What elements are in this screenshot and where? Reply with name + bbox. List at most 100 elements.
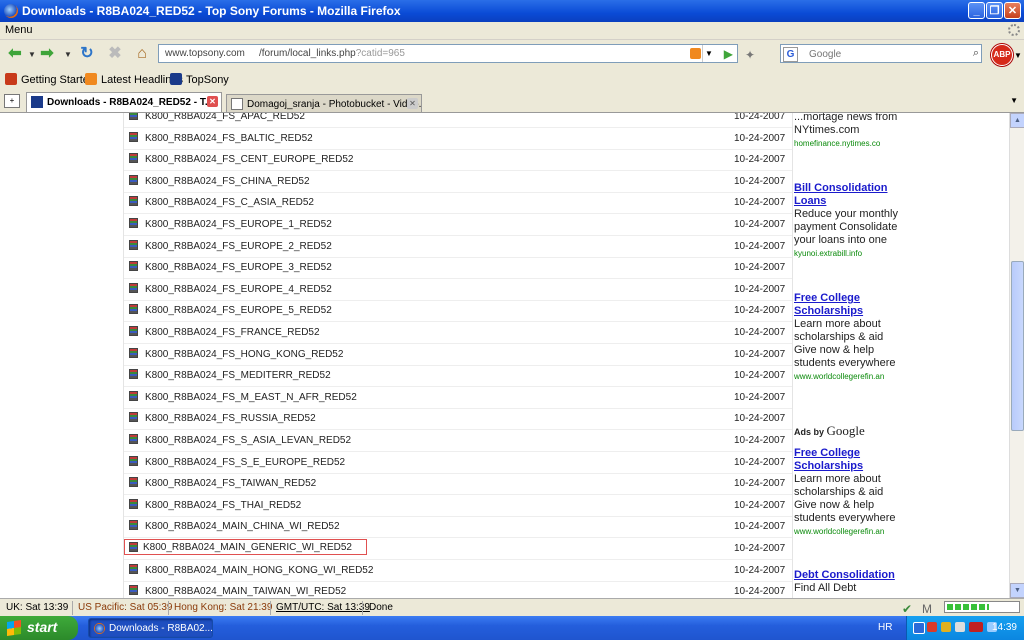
page-content: K800_R8BA024_FS_APAC_RED52 10-24-2007 K800…	[0, 113, 1009, 598]
scrollbar-thumb[interactable]	[1011, 261, 1024, 431]
file-row: K800_R8BA024_FS_EUROPE_4_RED52 10-24-2007	[124, 279, 792, 301]
maximize-button[interactable]: ❐	[986, 2, 1003, 19]
file-link[interactable]: K800_R8BA024_FS_FRANCE_RED52	[145, 327, 320, 338]
file-link[interactable]: K800_R8BA024_FS_HONG_KONG_RED52	[145, 349, 343, 360]
ad-title-link[interactable]: Debt Consolidation	[794, 569, 904, 582]
bookmark-topsony[interactable]: TopSony	[170, 73, 229, 86]
file-link[interactable]: K800_R8BA024_FS_CHINA_RED52	[145, 176, 310, 187]
scroll-up-button[interactable]: ▲	[1010, 113, 1024, 128]
search-bar[interactable]: G ⌕	[780, 44, 982, 63]
ad-body: ...mortage news from NYtimes.com	[794, 113, 898, 136]
close-button[interactable]: ✕	[1004, 2, 1021, 19]
go-button[interactable]: ▶	[724, 47, 733, 61]
tab-photobucket[interactable]: Domagoj_sranja - Photobucket - Video... …	[226, 94, 422, 112]
tab-close-icon[interactable]: ✕	[207, 96, 218, 107]
file-link[interactable]: K800_R8BA024_FS_MEDITERR_RED52	[145, 370, 331, 381]
file-link[interactable]: K800_R8BA024_FS_EUROPE_1_RED52	[145, 219, 332, 230]
mail-icon[interactable]: M	[922, 602, 932, 616]
stop-button[interactable]: ✖	[104, 43, 126, 65]
ad-url[interactable]: www.worldcollegerefin.an	[794, 525, 904, 538]
tab-close-icon[interactable]: ✕	[407, 98, 418, 109]
search-icon[interactable]: ⌕	[973, 47, 979, 60]
home-button[interactable]: ⌂	[131, 43, 153, 65]
rss-feed-icon[interactable]	[690, 48, 701, 59]
ad-title-link[interactable]: Free College Scholarships	[794, 447, 904, 473]
file-link[interactable]: K800_R8BA024_FS_BALTIC_RED52	[145, 133, 313, 144]
vertical-scrollbar[interactable]: ▲ ▼	[1009, 113, 1024, 598]
file-link[interactable]: K800_R8BA024_MAIN_HONG_KONG_WI_RED52	[145, 565, 373, 576]
taskbar-item-firefox[interactable]: Downloads - R8BA02...	[88, 618, 213, 638]
adblock-dropdown[interactable]: ▼	[1014, 51, 1022, 60]
file-link[interactable]: K800_R8BA024_FS_TAIWAN_RED52	[145, 478, 316, 489]
file-link[interactable]: K800_R8BA024_MAIN_TAIWAN_WI_RED52	[145, 586, 346, 597]
file-row: K800_R8BA024_FS_MEDITERR_RED52 10-24-2007	[124, 365, 792, 388]
url-host: www.topsony.com	[165, 48, 245, 59]
firefox-icon	[4, 4, 18, 18]
file-link[interactable]: K800_R8BA024_FS_EUROPE_4_RED52	[145, 284, 332, 295]
file-link[interactable]: K800_R8BA024_FS_APAC_RED52	[145, 113, 305, 122]
ad-url[interactable]: www.worldcollegerefin.an	[794, 370, 904, 383]
file-row: K800_R8BA024_FS_EUROPE_5_RED52 10-24-2007	[124, 300, 792, 323]
adblock-plus-button[interactable]: ABP	[991, 44, 1013, 66]
archive-file-icon	[129, 326, 138, 336]
file-link[interactable]: K800_R8BA024_MAIN_GENERIC_WI_RED52	[124, 539, 367, 555]
file-link[interactable]: K800_R8BA024_FS_EUROPE_3_RED52	[145, 262, 332, 273]
volume-icon[interactable]	[955, 622, 965, 632]
windows-logo-icon	[7, 620, 21, 636]
file-row: K800_R8BA024_FS_M_EAST_N_AFR_RED52 10-24-…	[124, 387, 792, 409]
search-input[interactable]	[807, 46, 961, 62]
forward-history-dropdown[interactable]: ▼	[64, 50, 72, 59]
ad-url[interactable]: kyunoi.extrabill.info	[794, 247, 904, 260]
file-link[interactable]: K800_R8BA024_FS_CENT_EUROPE_RED52	[145, 154, 353, 165]
tab-downloads[interactable]: Downloads - R8BA024_RED52 - T... ✕	[26, 92, 222, 112]
file-date: 10-24-2007	[734, 175, 786, 187]
bookmark-label: Getting Started	[21, 74, 95, 86]
ad-title-link[interactable]: Bill Consolidation Loans	[794, 182, 904, 208]
ad-url: homefinance.nytimes.co	[794, 139, 881, 148]
minimize-button[interactable]: _	[968, 2, 985, 19]
reload-button[interactable]: ↻	[76, 43, 98, 65]
start-button[interactable]: start	[0, 616, 78, 640]
tab-list-dropdown[interactable]: ▼	[1010, 96, 1018, 105]
address-bar[interactable]: www.topsony.com /forum/local_links.php?c…	[158, 44, 738, 63]
file-link[interactable]: K800_R8BA024_FS_C_ASIA_RED52	[145, 197, 314, 208]
file-link[interactable]: K800_R8BA024_FS_EUROPE_2_RED52	[145, 241, 332, 252]
forward-button[interactable]: ➡	[36, 43, 58, 65]
search-engine-icon[interactable]: G	[783, 47, 798, 62]
language-indicator[interactable]: HR	[878, 622, 892, 633]
status-bar: UK: Sat 13:39 US Pacific: Sat 05:39 Hong…	[0, 598, 1024, 617]
menu-bar: Menu	[0, 22, 1024, 40]
file-date: 10-24-2007	[734, 348, 786, 360]
archive-file-icon	[129, 369, 138, 380]
bookmark-getting-started[interactable]: Getting Started	[5, 73, 95, 86]
file-link[interactable]: K800_R8BA024_FS_S_ASIA_LEVAN_RED52	[145, 435, 351, 446]
file-row: K800_R8BA024_FS_RUSSIA_RED52 10-24-2007	[124, 408, 792, 431]
archive-file-icon	[129, 304, 138, 315]
google-logo: Google	[826, 423, 865, 438]
security-check-icon[interactable]: ✔	[902, 602, 912, 616]
file-date: 10-24-2007	[734, 521, 786, 533]
ad-title-link[interactable]: Free College Scholarships	[794, 292, 904, 318]
status-divider	[270, 601, 271, 615]
url-history-dropdown[interactable]: ▼	[702, 45, 715, 62]
menu-button[interactable]: Menu	[5, 24, 33, 36]
file-link[interactable]: K800_R8BA024_MAIN_CHINA_WI_RED52	[145, 521, 340, 532]
antivirus-icon[interactable]	[927, 622, 937, 632]
security-shield-icon[interactable]	[941, 622, 951, 632]
file-link[interactable]: K800_R8BA024_FS_EUROPE_5_RED52	[145, 305, 332, 316]
back-history-dropdown[interactable]: ▼	[28, 50, 36, 59]
new-tab-button[interactable]: +	[4, 94, 20, 108]
bookmark-star-icon[interactable]: ✦	[745, 48, 757, 62]
network-icon[interactable]	[913, 622, 925, 634]
scroll-down-button[interactable]: ▼	[1010, 583, 1024, 598]
archive-file-icon	[129, 153, 138, 164]
back-button[interactable]: ⬅	[4, 43, 26, 65]
file-link[interactable]: K800_R8BA024_FS_RUSSIA_RED52	[145, 413, 316, 424]
ads-by-google[interactable]: Ads by Google	[794, 423, 865, 439]
file-link[interactable]: K800_R8BA024_FS_S_E_EUROPE_RED52	[145, 457, 345, 468]
file-date: 10-24-2007	[734, 132, 786, 144]
file-link[interactable]: K800_R8BA024_FS_M_EAST_N_AFR_RED52	[145, 392, 357, 403]
bookmark-latest-headlines[interactable]: Latest Headlines	[85, 73, 183, 86]
file-link[interactable]: K800_R8BA024_FS_THAI_RED52	[145, 500, 301, 511]
ati-icon[interactable]	[969, 622, 983, 632]
